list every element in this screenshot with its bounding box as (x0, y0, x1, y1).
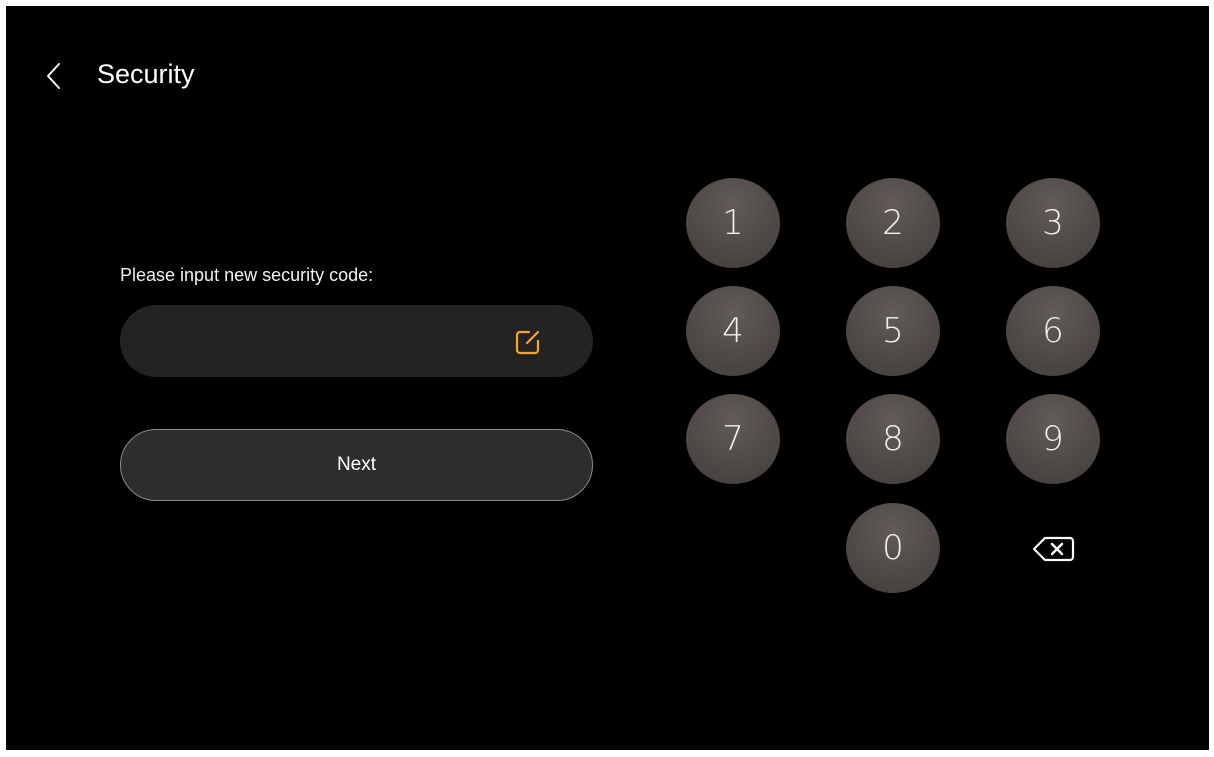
security-screen: Security Please input new security code:… (6, 6, 1209, 750)
keypad-key-6[interactable]: 6 (1006, 286, 1100, 376)
keypad-key-3[interactable]: 3 (1006, 178, 1100, 268)
keypad-key-8[interactable]: 8 (846, 394, 940, 484)
keypad-key-label: 2 (882, 203, 904, 243)
keypad-key-5[interactable]: 5 (846, 286, 940, 376)
keypad-key-label: 3 (1042, 203, 1064, 243)
keypad-key-label: 5 (882, 311, 904, 351)
keypad-key-1[interactable]: 1 (686, 178, 780, 268)
keypad-key-label: 9 (1042, 419, 1064, 459)
keypad-key-9[interactable]: 9 (1006, 394, 1100, 484)
keypad-key-label: 8 (882, 419, 904, 459)
security-code-field[interactable] (120, 305, 593, 379)
backspace-button[interactable] (1006, 519, 1100, 579)
back-button[interactable] (36, 56, 72, 96)
keypad-key-7[interactable]: 7 (686, 394, 780, 484)
edit-icon[interactable] (513, 327, 543, 357)
keypad-key-4[interactable]: 4 (686, 286, 780, 376)
keypad-key-label: 7 (722, 419, 744, 459)
keypad-key-2[interactable]: 2 (846, 178, 940, 268)
keypad-key-label: 6 (1042, 311, 1064, 351)
code-prompt-label: Please input new security code: (120, 265, 374, 285)
backspace-icon (1032, 536, 1075, 562)
keypad-key-label: 1 (722, 203, 744, 243)
next-button[interactable]: Next (120, 429, 593, 501)
page-title: Security (97, 59, 195, 89)
security-code-input[interactable] (150, 305, 514, 379)
keypad-key-0[interactable]: 0 (846, 503, 940, 593)
keypad-key-label: 0 (882, 528, 904, 568)
keypad-key-label: 4 (722, 311, 744, 351)
chevron-left-icon (47, 63, 60, 89)
